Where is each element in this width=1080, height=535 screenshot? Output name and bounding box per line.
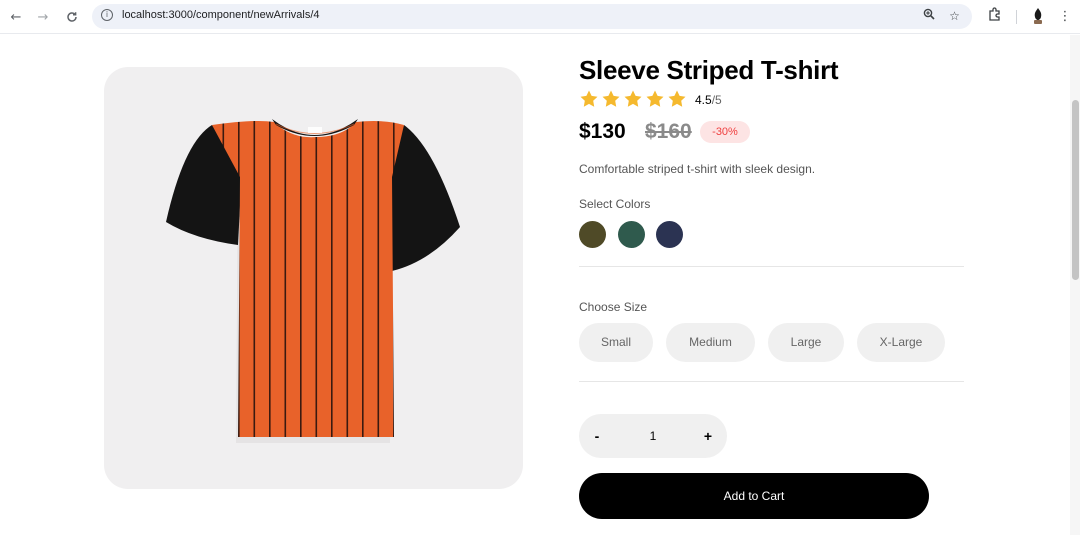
add-to-cart-button[interactable]: Add to Cart <box>579 473 929 519</box>
current-price: $130 <box>579 120 626 143</box>
star-icon <box>646 90 664 107</box>
star-icon <box>624 90 642 107</box>
star-icon <box>602 90 620 107</box>
divider <box>579 381 964 382</box>
product-description: Comfortable striped t-shirt with sleek d… <box>579 162 816 176</box>
back-icon[interactable]: ← <box>6 7 26 27</box>
increase-quantity-button[interactable]: + <box>701 414 715 458</box>
menu-icon[interactable]: ⋮ <box>1055 7 1075 27</box>
rating-stars <box>579 89 687 109</box>
forward-icon[interactable]: → <box>33 7 53 27</box>
size-button-large[interactable]: Large <box>768 323 844 362</box>
tshirt-illustration <box>166 119 460 443</box>
quantity-stepper: - 1 + <box>579 414 727 458</box>
site-info-icon[interactable]: i <box>101 9 113 21</box>
size-button-medium[interactable]: Medium <box>666 323 755 362</box>
rating-value: 4.5 <box>695 93 712 107</box>
rating-max: /5 <box>711 93 722 107</box>
scrollbar-thumb[interactable] <box>1072 100 1079 280</box>
colors-label: Select Colors <box>579 197 651 211</box>
size-button-x-large[interactable]: X-Large <box>857 323 945 362</box>
size-button-small[interactable]: Small <box>579 323 653 362</box>
size-label: Choose Size <box>579 300 648 314</box>
old-price: $160 <box>645 120 692 143</box>
decrease-quantity-button[interactable]: - <box>591 414 603 458</box>
quantity-value: 1 <box>649 429 657 443</box>
reload-icon[interactable] <box>62 7 82 27</box>
star-icon <box>668 90 686 107</box>
color-swatch-navy[interactable] <box>656 221 683 248</box>
star-icon <box>580 90 598 107</box>
browser-toolbar: ← → i localhost:3000/component/newArriva… <box>0 0 1080 34</box>
product-title: Sleeve Striped T-shirt <box>579 55 839 85</box>
product-image <box>104 67 523 489</box>
profile-icon[interactable] <box>1028 7 1048 27</box>
divider <box>579 266 964 267</box>
zoom-icon[interactable] <box>920 8 937 25</box>
color-swatch-olive[interactable] <box>579 221 606 248</box>
address-bar[interactable]: i localhost:3000/component/newArrivals/4… <box>92 4 972 29</box>
bookmark-star-icon[interactable]: ☆ <box>946 8 963 25</box>
url-text[interactable]: localhost:3000/component/newArrivals/4 <box>122 9 320 21</box>
extensions-icon[interactable] <box>985 7 1005 27</box>
rating-text: 4.5/5 <box>695 93 722 107</box>
discount-badge: -30% <box>700 121 750 143</box>
color-swatch-green[interactable] <box>618 221 645 248</box>
toolbar-divider <box>1016 10 1017 24</box>
